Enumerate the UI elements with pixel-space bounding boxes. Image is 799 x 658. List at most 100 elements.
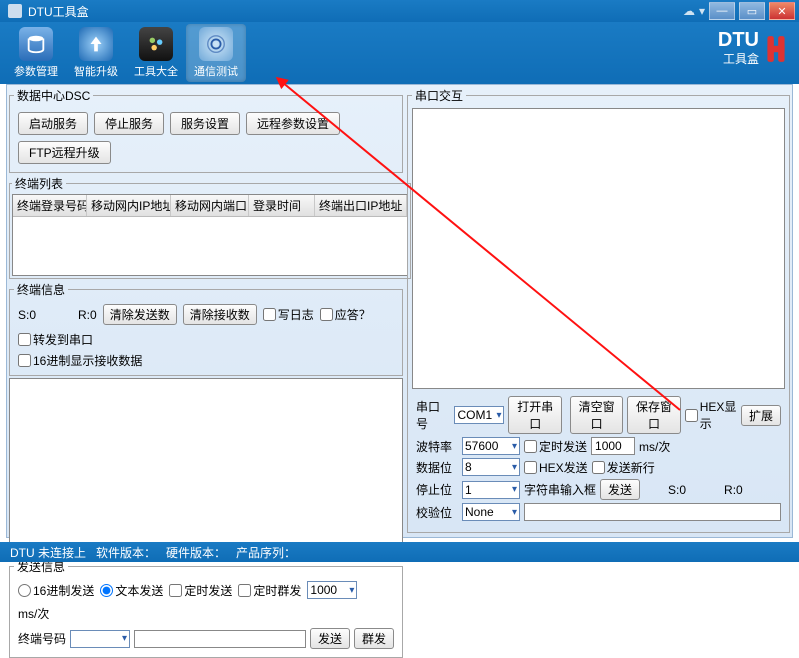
serial-group: 串口交互 串口号 COM1▾ 打开串口 清空窗口 保存窗口 HEX显示 扩展 波…	[407, 87, 790, 533]
baud-label: 波特率	[416, 438, 458, 455]
terminal-num-combo[interactable]: ▾	[70, 630, 130, 648]
send-count-label: S:0	[18, 308, 36, 322]
main-toolbar: 参数管理 智能升级 工具大全 通信测试 DTU 工具盒	[0, 22, 799, 84]
stop-bits-combo[interactable]: 1▾	[462, 481, 520, 499]
window-controls: ☁ ▾ — ▭ ✕	[683, 2, 795, 20]
service-settings-button[interactable]: 服务设置	[170, 112, 240, 135]
chk-hex-display[interactable]: HEX显示	[685, 398, 737, 432]
terminal-list-legend: 终端列表	[12, 175, 66, 192]
serial-send-button[interactable]: 发送	[600, 479, 640, 500]
serial-s-label: S:0	[668, 483, 686, 497]
burst-send-button[interactable]: 群发	[354, 628, 394, 649]
interval-unit: ms/次	[18, 605, 49, 622]
col-mobile-ip[interactable]: 移动网内IP地址	[87, 195, 171, 216]
toolbar-commtest[interactable]: 通信测试	[186, 24, 246, 82]
toolbar-params[interactable]: 参数管理	[6, 24, 66, 82]
chk-send-newline[interactable]: 发送新行	[592, 459, 655, 476]
status-hw: 硬件版本：	[166, 544, 226, 561]
terminal-list[interactable]: 终端登录号码 移动网内IP地址 移动网内端口 登录时间 终端出口IP地址	[12, 194, 408, 276]
col-mobile-port[interactable]: 移动网内端口	[171, 195, 249, 216]
toolbar-upgrade[interactable]: 智能升级	[66, 24, 126, 82]
save-window-button[interactable]: 保存窗口	[627, 396, 680, 434]
interval-combo[interactable]: 1000▾	[307, 581, 357, 599]
start-service-button[interactable]: 启动服务	[18, 112, 88, 135]
serial-input-label: 字符串输入框	[524, 481, 596, 498]
remote-params-button[interactable]: 远程参数设置	[246, 112, 340, 135]
terminal-num-label: 终端号码	[18, 630, 66, 647]
serial-output-textarea[interactable]	[412, 108, 785, 389]
terminal-list-body[interactable]	[13, 217, 407, 275]
send-text-input[interactable]	[134, 630, 306, 648]
close-button[interactable]: ✕	[769, 2, 795, 20]
port-label: 串口号	[416, 398, 450, 432]
chk-serial-timed[interactable]: 定时发送	[524, 438, 587, 455]
serial-r-label: R:0	[724, 483, 743, 497]
parity-combo[interactable]: None▾	[462, 503, 520, 521]
serial-interval-unit: ms/次	[639, 438, 670, 455]
extend-button[interactable]: 扩展	[741, 405, 781, 426]
dropdown-icon[interactable]: ▾	[699, 4, 705, 18]
terminal-list-group: 终端列表 终端登录号码 移动网内IP地址 移动网内端口 登录时间 终端出口IP地…	[9, 175, 411, 279]
recv-count-label: R:0	[78, 308, 97, 322]
chk-timed-send[interactable]: 定时发送	[169, 582, 232, 599]
brand-logo: DTU 工具盒	[718, 30, 787, 67]
stop-service-button[interactable]: 停止服务	[94, 112, 164, 135]
left-pane: 数据中心DSC 启动服务 停止服务 服务设置 远程参数设置 FTP远程升级 终端…	[7, 85, 405, 537]
rb-text-send[interactable]: 文本发送	[100, 582, 163, 599]
clear-recv-button[interactable]: 清除接收数	[183, 304, 257, 325]
chk-hex-recv[interactable]: 16进制显示接收数据	[18, 352, 142, 369]
baud-combo[interactable]: 57600▾	[462, 437, 520, 455]
ftp-upgrade-button[interactable]: FTP远程升级	[18, 141, 111, 164]
send-info-group: 发送信息 16进制发送 文本发送 定时发送 定时群发 1000▾ ms/次 终端…	[9, 558, 403, 658]
parity-label: 校验位	[416, 504, 458, 521]
port-combo[interactable]: COM1▾	[454, 406, 504, 424]
toolbar-label: 通信测试	[194, 63, 238, 79]
col-login-num[interactable]: 终端登录号码	[13, 195, 87, 216]
chk-answer[interactable]: 应答？	[320, 306, 371, 323]
rb-hex-send[interactable]: 16进制发送	[18, 582, 94, 599]
tools-icon	[139, 27, 173, 61]
col-exit-ip[interactable]: 终端出口IP地址	[315, 195, 407, 216]
terminal-info-group: 终端信息 S:0 R:0 清除发送数 清除接收数 写日志 应答？ 转发到串口 1…	[9, 281, 403, 376]
maximize-button[interactable]: ▭	[739, 2, 765, 20]
toolbar-label: 智能升级	[74, 63, 118, 79]
chk-timed-burst[interactable]: 定时群发	[238, 582, 301, 599]
send-button[interactable]: 发送	[310, 628, 350, 649]
open-port-button[interactable]: 打开串口	[508, 396, 561, 434]
brand-sub: 工具盒	[718, 50, 759, 67]
status-dtu: DTU 未连接上	[10, 544, 86, 561]
toolbar-tools[interactable]: 工具大全	[126, 24, 186, 82]
upgrade-icon	[79, 27, 113, 61]
clear-window-button[interactable]: 清空窗口	[570, 396, 623, 434]
terminal-info-textarea[interactable]	[9, 378, 403, 558]
toolbar-label: 工具大全	[134, 63, 178, 79]
clear-send-button[interactable]: 清除发送数	[103, 304, 177, 325]
comm-icon	[199, 27, 233, 61]
stop-bits-label: 停止位	[416, 481, 458, 498]
serial-legend: 串口交互	[412, 87, 466, 104]
brand-icon	[765, 34, 787, 64]
col-login-time[interactable]: 登录时间	[249, 195, 315, 216]
serial-interval-input[interactable]	[591, 437, 635, 455]
workspace: 数据中心DSC 启动服务 停止服务 服务设置 远程参数设置 FTP远程升级 终端…	[6, 84, 793, 538]
toolbar-label: 参数管理	[14, 63, 58, 79]
terminal-list-header: 终端登录号码 移动网内IP地址 移动网内端口 登录时间 终端出口IP地址	[13, 195, 407, 217]
chk-log[interactable]: 写日志	[263, 306, 314, 323]
window-title: DTU工具盒	[28, 3, 683, 20]
title-bar: DTU工具盒 ☁ ▾ — ▭ ✕	[0, 0, 799, 22]
serial-controls: 串口号 COM1▾ 打开串口 清空窗口 保存窗口 HEX显示 扩展 波特率 57…	[412, 392, 785, 528]
right-pane: 串口交互 串口号 COM1▾ 打开串口 清空窗口 保存窗口 HEX显示 扩展 波…	[405, 85, 792, 537]
status-sn: 产品序列：	[236, 544, 296, 561]
chk-forward[interactable]: 转发到串口	[18, 331, 93, 348]
terminal-info-legend: 终端信息	[14, 281, 68, 298]
dsc-legend: 数据中心DSC	[14, 87, 93, 104]
minimize-button[interactable]: —	[709, 2, 735, 20]
data-bits-label: 数据位	[416, 459, 458, 476]
cloud-icon[interactable]: ☁	[683, 4, 695, 18]
serial-send-input[interactable]	[524, 503, 781, 521]
data-bits-combo[interactable]: 8▾	[462, 458, 520, 476]
status-bar: DTU 未连接上 软件版本： 硬件版本： 产品序列：	[0, 542, 799, 562]
brand-main: DTU	[718, 30, 759, 50]
chk-hex-send-serial[interactable]: HEX发送	[524, 459, 588, 476]
status-sw: 软件版本：	[96, 544, 156, 561]
